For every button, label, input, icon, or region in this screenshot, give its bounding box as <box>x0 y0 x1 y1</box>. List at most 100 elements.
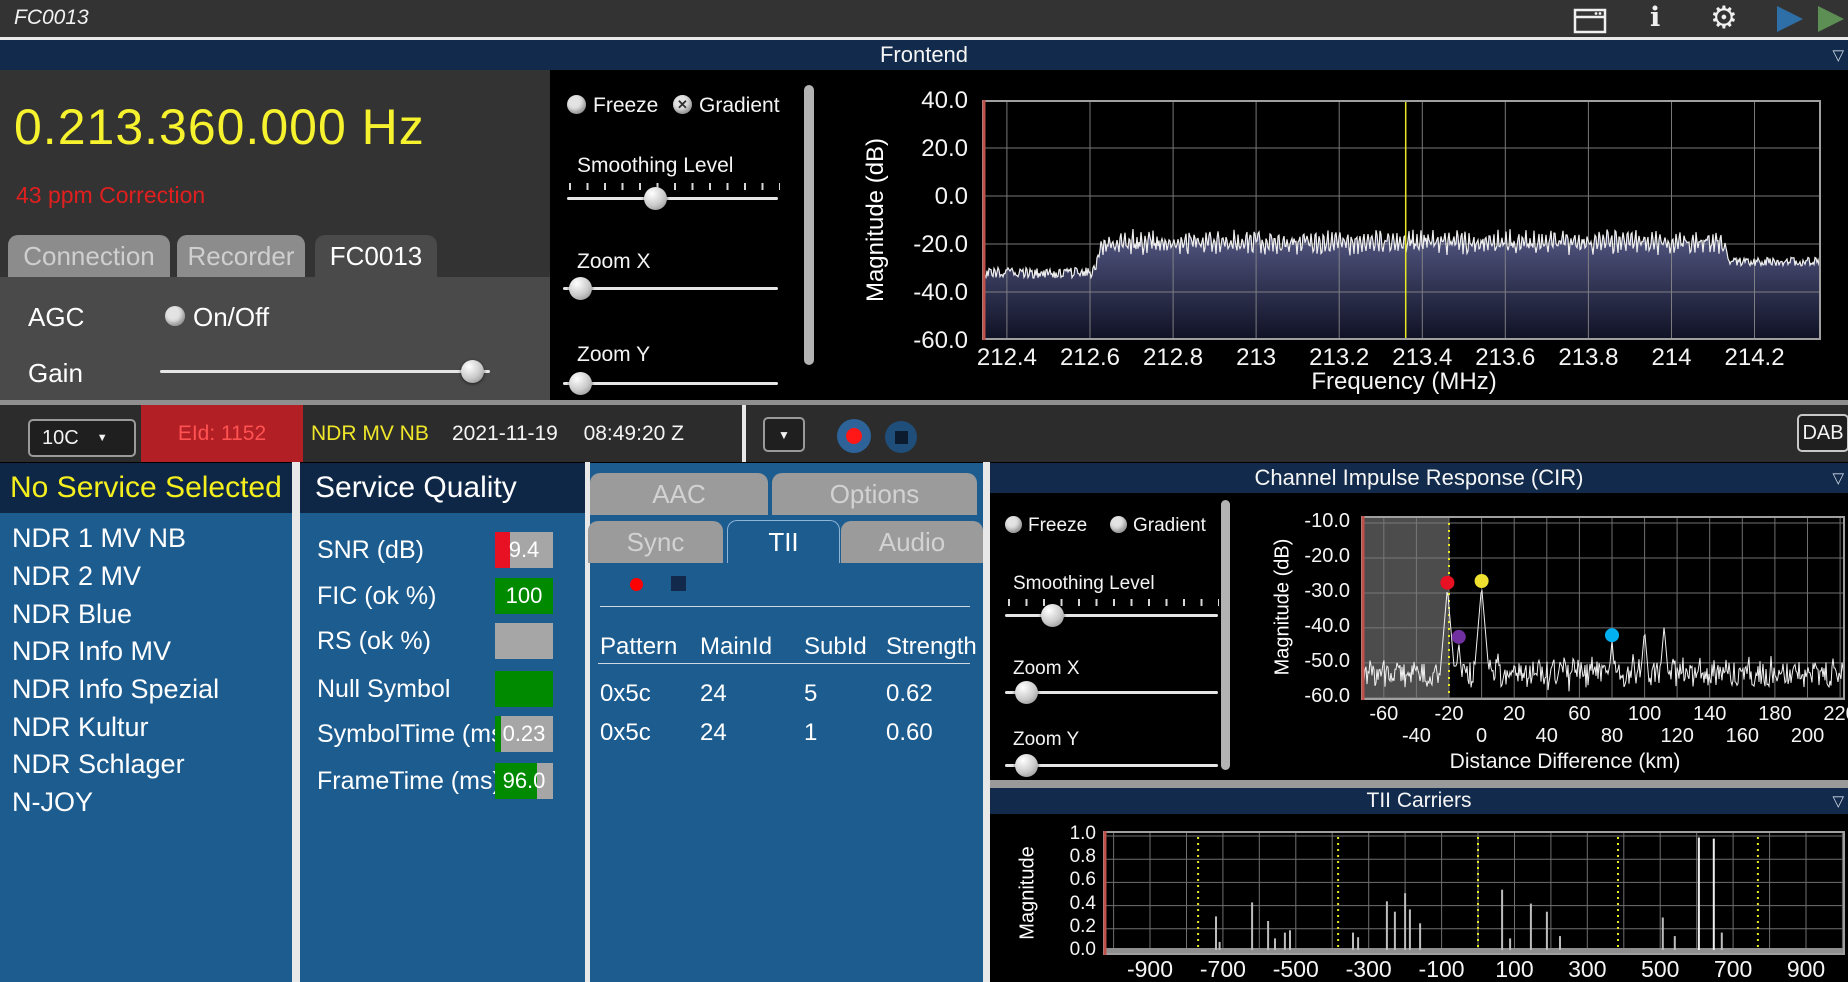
slider-handle[interactable] <box>1041 604 1065 627</box>
gain-slider[interactable] <box>160 360 490 384</box>
splitter-handle[interactable] <box>983 462 990 982</box>
cir-gradient-label: Gradient <box>1133 515 1206 536</box>
controls-scrollbar[interactable] <box>804 85 814 365</box>
collapse-icon[interactable]: ▽ <box>1832 46 1844 64</box>
cir-xtick: 220 <box>1823 703 1848 725</box>
record-button[interactable] <box>837 419 871 453</box>
tii-xtick: -300 <box>1345 956 1392 982</box>
gear-icon[interactable]: ⚙ <box>1710 0 1738 36</box>
service-list-item[interactable]: NDR Schlager <box>0 746 292 784</box>
spectrum-xlabel: Frequency (MHz) <box>1311 368 1497 395</box>
agc-toggle[interactable] <box>165 306 185 326</box>
tab-fc0013[interactable]: FC0013 <box>315 235 437 277</box>
utc-date: 2021-11-19 <box>452 422 558 445</box>
zoom-x-slider[interactable] <box>563 277 778 301</box>
service-list-item[interactable]: NDR 2 MV <box>0 558 292 596</box>
service-list-item[interactable]: NDR Info MV <box>0 633 292 671</box>
spectrum-chart[interactable] <box>982 100 1821 340</box>
sync-indicator-red <box>630 578 643 591</box>
cir-zoom-x-label: Zoom X <box>1013 658 1080 679</box>
tab-aac[interactable]: AAC <box>590 473 768 515</box>
slider-track[interactable] <box>567 197 778 200</box>
tii-carriers-ylabel: Magnitude <box>1016 846 1039 940</box>
cir-xtick: 160 <box>1725 725 1760 747</box>
tab-connection[interactable]: Connection <box>8 235 170 277</box>
cir-zoom-x-slider[interactable] <box>1005 681 1218 705</box>
slider-handle[interactable] <box>1014 681 1038 704</box>
slider-track[interactable] <box>563 287 778 290</box>
slider-handle[interactable] <box>568 277 592 300</box>
tii-table-cell: 0.60 <box>886 719 933 746</box>
smoothing-slider[interactable] <box>567 187 778 211</box>
zoom-y-slider[interactable] <box>563 372 778 396</box>
cir-xtick: 100 <box>1627 703 1662 725</box>
slider-track[interactable] <box>160 370 490 373</box>
tii-xtick: 100 <box>1495 956 1534 982</box>
cir-xtick: -40 <box>1401 725 1431 747</box>
stop-button[interactable] <box>885 421 917 453</box>
slider-handle[interactable] <box>460 360 484 383</box>
gain-label: Gain <box>28 358 83 388</box>
play-icon-primary[interactable] <box>1777 6 1803 32</box>
cir-xtick: -20 <box>1434 703 1464 725</box>
spectrum-xtick: 212.4 <box>976 344 1037 371</box>
slider-track[interactable] <box>563 382 778 385</box>
agc-toggle-label: On/Off <box>193 302 270 332</box>
gradient-checkbox[interactable] <box>673 95 692 114</box>
tii-table-cell: 5 <box>804 680 818 707</box>
gradient-label: Gradient <box>699 94 780 117</box>
tii-carriers-chart[interactable] <box>1103 831 1845 955</box>
spectrum-ytick: 0.0 <box>934 183 968 210</box>
cir-zoom-y-slider[interactable] <box>1005 754 1218 778</box>
service-list: NDR 1 MV NB NDR 2 MV NDR Blue NDR Info MV ND… <box>0 513 292 982</box>
spectrum-xtick: 213 <box>1236 344 1277 371</box>
channel-select[interactable]: 10C ▼ <box>28 419 136 457</box>
slider-track[interactable] <box>1005 614 1218 617</box>
record-icon <box>846 428 862 444</box>
info-icon[interactable]: ℹ <box>1650 2 1660 33</box>
service-list-item[interactable]: N-JOY <box>0 784 292 822</box>
tii-table-header: MainId <box>700 633 773 660</box>
recorder-dropdown-button[interactable]: ▼ <box>763 417 805 452</box>
quality-bar-value: 96.0 <box>502 768 546 793</box>
service-list-item[interactable]: NDR 1 MV NB <box>0 520 292 558</box>
tii-table-header: Strength <box>886 633 977 660</box>
tab-sync[interactable]: Sync <box>588 521 723 563</box>
service-list-item[interactable]: NDR Blue <box>0 595 292 633</box>
cir-ytick: -50.0 <box>1304 649 1350 672</box>
spectrum-xtick: 214.2 <box>1724 344 1785 371</box>
splitter-handle[interactable] <box>292 462 300 982</box>
cir-chart[interactable] <box>1361 516 1845 700</box>
service-quality-rows: SNR (dB) 9.4 FIC (ok %) 100 RS (ok %) Null Sy… <box>300 463 585 982</box>
tab-options[interactable]: Options <box>772 473 977 515</box>
divider <box>598 663 970 664</box>
freeze-radio[interactable] <box>567 95 586 114</box>
frontend-header-label: Frontend <box>879 42 969 67</box>
slider-handle[interactable] <box>568 372 592 395</box>
spectrum-xtick: 213.8 <box>1558 344 1619 371</box>
cir-xtick: 200 <box>1790 725 1825 747</box>
tii-xtick: -700 <box>1199 956 1246 982</box>
cir-scrollbar[interactable] <box>1221 500 1230 770</box>
slider-handle[interactable] <box>1014 754 1038 777</box>
cir-smoothing-slider[interactable] <box>1005 604 1218 628</box>
quality-bar-value <box>495 623 553 659</box>
tab-recorder[interactable]: Recorder <box>177 235 305 277</box>
cir-ytick: -20.0 <box>1304 544 1350 567</box>
slider-handle[interactable] <box>644 187 668 210</box>
window-icon[interactable] <box>1573 8 1607 34</box>
service-list-item[interactable]: NDR Info Spezial <box>0 671 292 709</box>
service-list-item[interactable]: NDR Kultur <box>0 708 292 746</box>
splitter-handle[interactable] <box>990 780 1848 788</box>
spectrum-ytick: 40.0 <box>921 87 968 114</box>
cir-ytick: -60.0 <box>1304 684 1350 707</box>
collapse-icon[interactable]: ▽ <box>1832 792 1844 810</box>
cir-gradient-radio[interactable] <box>1110 516 1127 533</box>
quality-row-label: SNR (dB) <box>317 536 424 564</box>
cir-freeze-radio[interactable] <box>1005 516 1022 533</box>
play-icon-secondary[interactable] <box>1818 6 1844 32</box>
tab-tii[interactable]: TII <box>727 520 840 563</box>
tab-audio[interactable]: Audio <box>841 521 983 563</box>
collapse-icon[interactable]: ▽ <box>1832 469 1844 487</box>
spectrum-xtick: 213.2 <box>1309 344 1370 371</box>
